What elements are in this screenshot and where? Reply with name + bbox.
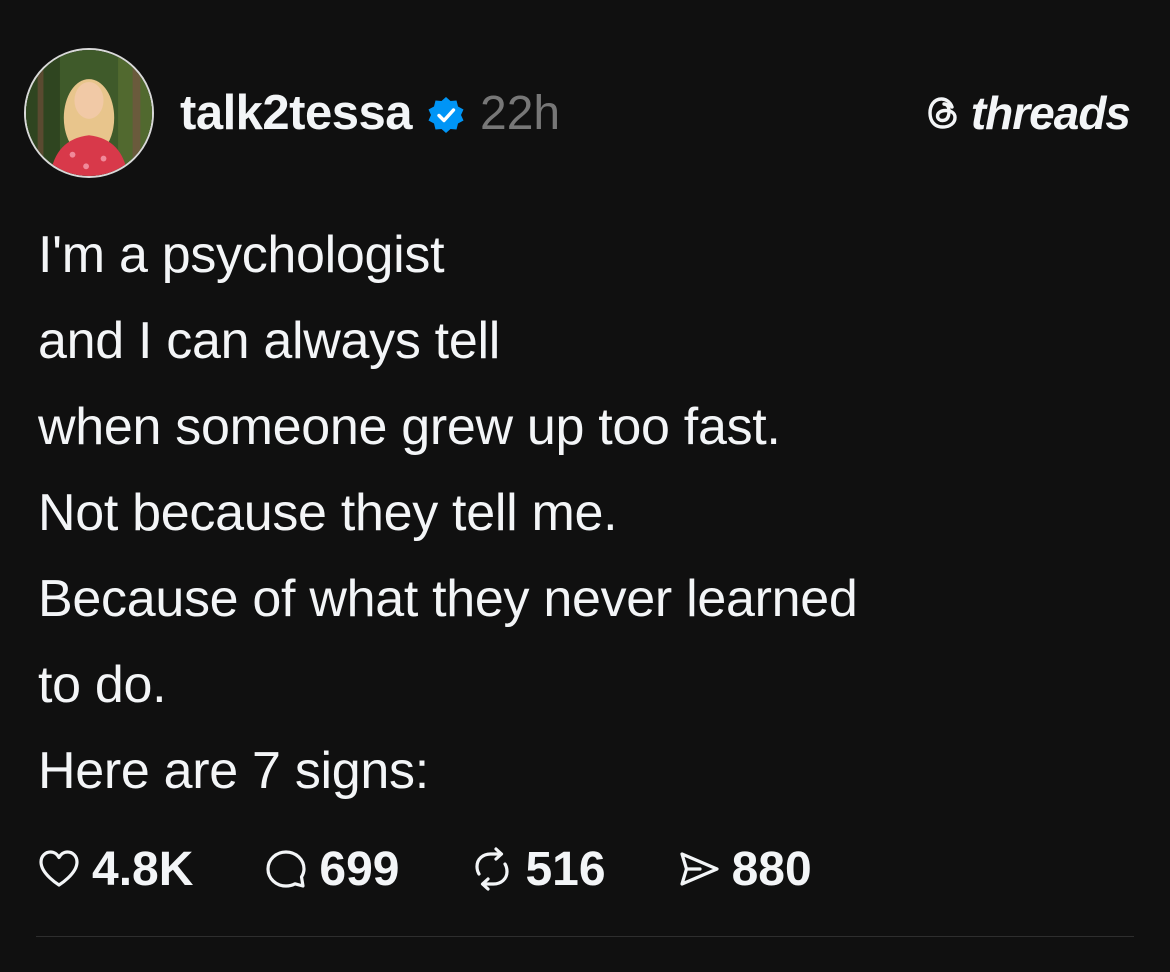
post-text-line: Here are 7 signs:	[38, 742, 429, 800]
heart-icon	[39, 850, 79, 887]
post-actions: 4.8K 699 516 880	[36, 838, 882, 900]
post-text-line: Not because they tell me.	[38, 484, 618, 542]
repost-count: 516	[525, 842, 606, 896]
share-button[interactable]: 880	[676, 842, 812, 897]
post-text: I'm a psychologist and I can always tell…	[38, 212, 1138, 814]
avatar-photo	[26, 50, 152, 176]
post-header: talk2tessa 22h	[180, 80, 560, 146]
comment-icon	[266, 850, 306, 888]
like-button[interactable]: 4.8K	[36, 842, 193, 897]
brand-name: threads	[970, 87, 1131, 139]
username[interactable]: talk2tessa	[180, 85, 413, 141]
divider	[36, 936, 1134, 937]
share-count: 880	[731, 842, 812, 896]
avatar[interactable]	[24, 48, 154, 178]
post-text-line: Because of what they never learned	[38, 570, 858, 628]
like-count: 4.8K	[92, 842, 194, 896]
post-text-line: when someone grew up too fast.	[38, 398, 781, 456]
send-icon	[679, 852, 719, 886]
repost-icon	[475, 847, 510, 891]
reply-count: 699	[319, 842, 400, 896]
reply-button[interactable]: 699	[263, 842, 399, 897]
repost-button[interactable]: 516	[469, 842, 606, 897]
post-text-line: and I can always tell	[38, 312, 500, 370]
threads-brand: threads	[923, 86, 1131, 140]
verified-badge-icon	[426, 95, 466, 135]
post-text-line: I'm a psychologist	[38, 226, 445, 284]
threads-logo-icon	[923, 92, 965, 134]
post-text-line: to do.	[38, 656, 167, 714]
post-timestamp: 22h	[480, 86, 561, 140]
